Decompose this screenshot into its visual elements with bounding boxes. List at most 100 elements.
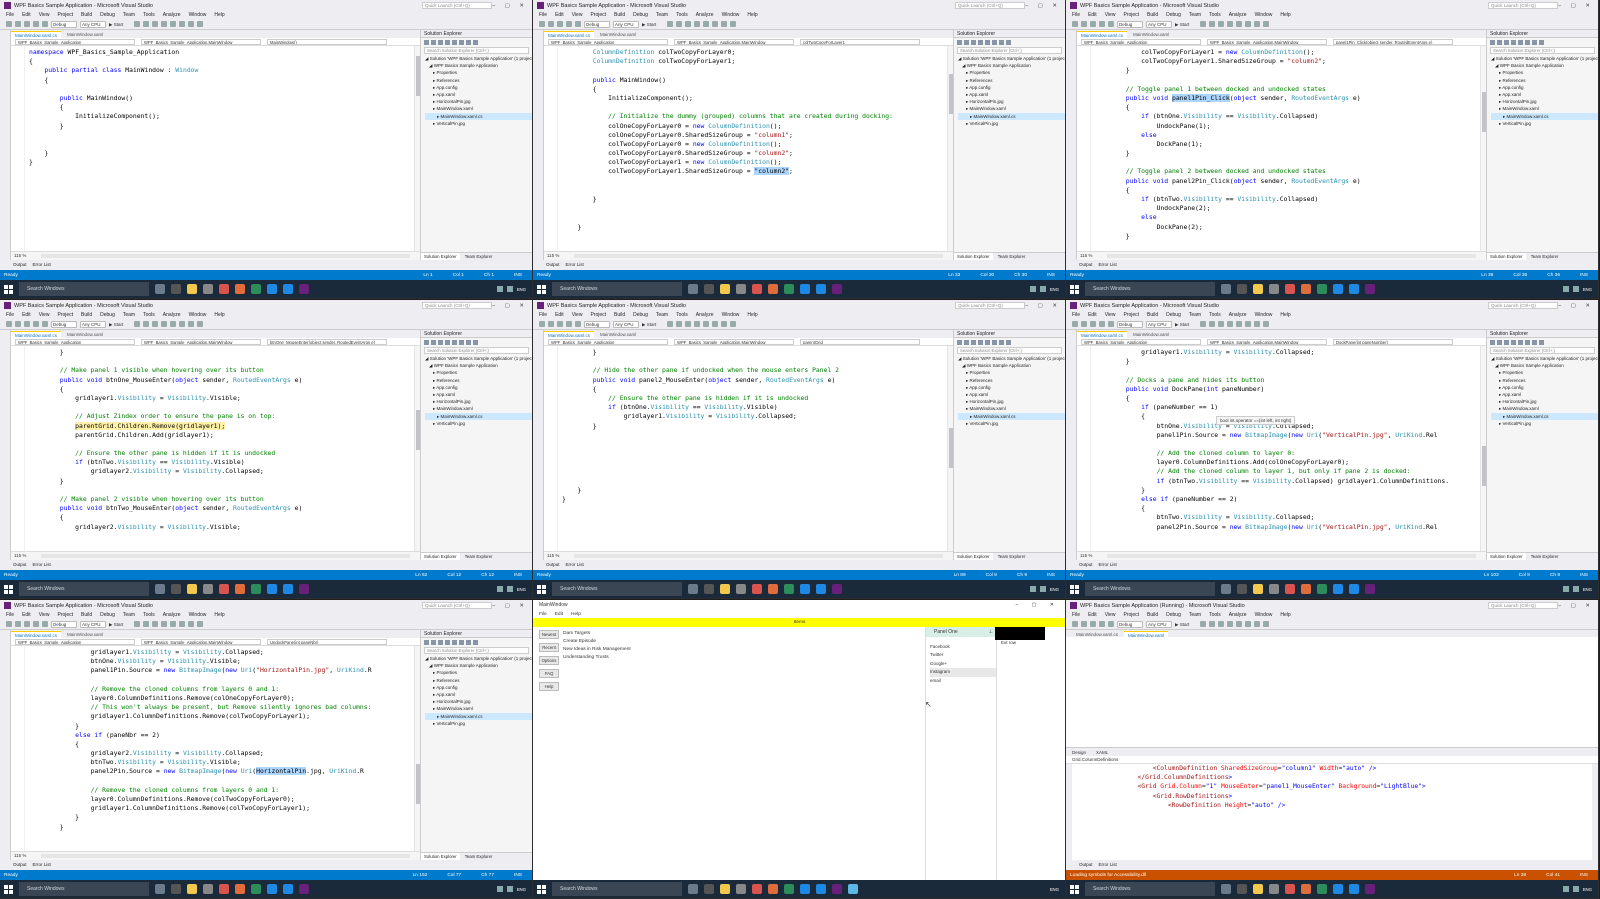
tree-node[interactable]: ▸ Properties <box>958 369 1065 376</box>
toolbar-icon[interactable] <box>1236 621 1242 627</box>
menu-item-debug[interactable]: Debug <box>100 312 115 318</box>
toolbar-icon[interactable] <box>459 339 464 345</box>
file-explorer-icon[interactable] <box>171 284 181 294</box>
edge-icon[interactable] <box>251 584 261 594</box>
menu-item-file[interactable]: File <box>1072 612 1080 618</box>
menu-item-debug[interactable]: Debug <box>1166 12 1181 18</box>
toolbar-icon[interactable] <box>33 321 39 327</box>
tree-node[interactable]: ▸ References <box>958 77 1065 84</box>
toolbar-icon[interactable] <box>33 21 39 27</box>
scrollbar-thumb[interactable] <box>416 56 420 96</box>
member-dropdown[interactable]: DockPane(int paneNumber) <box>1333 338 1453 345</box>
code-text[interactable]: colTwoCopyForLayer1 = new ColumnDefiniti… <box>1077 46 1480 251</box>
file-explorer-icon[interactable] <box>1237 584 1247 594</box>
tab-xaml[interactable]: XAML <box>1096 748 1108 756</box>
menu-item-file[interactable]: File <box>1072 12 1080 18</box>
toolbar-icon[interactable] <box>197 21 203 27</box>
menu-item-debug[interactable]: Debug <box>633 312 648 318</box>
toolbar-icon[interactable] <box>1263 321 1269 327</box>
taskbar-app-icon[interactable] <box>816 884 826 894</box>
toolbar-icon[interactable] <box>170 21 176 27</box>
menu-item-help[interactable]: Help <box>1280 612 1290 618</box>
member-dropdown[interactable]: UndockPane(int paneNbr) <box>267 638 387 645</box>
tree-node[interactable]: ▸ MainWindow.xaml <box>425 105 532 112</box>
quick-launch-input[interactable]: Quick Launch (Ctrl+Q) <box>422 302 492 309</box>
horizontal-scrollbar[interactable] <box>41 854 410 858</box>
menu-item-analyze[interactable]: Analyze <box>1229 312 1247 318</box>
toolbar-icon[interactable] <box>1200 621 1206 627</box>
menu-item-project[interactable]: Project <box>57 12 73 18</box>
menu-item-file[interactable]: File <box>1072 312 1080 318</box>
toolbar-icon[interactable] <box>452 639 457 645</box>
toolbar-icon[interactable] <box>42 321 48 327</box>
toolbar-icon[interactable] <box>1006 339 1011 345</box>
tree-node[interactable]: ▸ VerticalPin.jpg <box>1491 120 1598 127</box>
toolbar-icon[interactable] <box>1236 21 1242 27</box>
solution-explorer-search[interactable]: Search Solution Explorer (Ctrl+;) <box>424 647 529 654</box>
tab-mainwindow-xaml[interactable]: MainWindow.xaml <box>63 331 108 338</box>
folder-icon[interactable] <box>187 284 197 294</box>
platform-select[interactable]: Any CPU <box>80 320 106 328</box>
network-icon[interactable] <box>496 886 503 892</box>
toolbar-icon[interactable] <box>575 321 581 327</box>
zoom-level[interactable]: 115 % <box>1077 551 1486 560</box>
solution-explorer-search[interactable]: Search Solution Explorer (Ctrl+;) <box>1490 347 1595 354</box>
tab-solution-explorer[interactable]: Solution Explorer <box>954 253 993 260</box>
member-dropdown[interactable]: panel1Pin_Click(object sender, RoutedEve… <box>1333 38 1453 45</box>
button-help[interactable]: Help <box>539 682 559 691</box>
toolbar-icon[interactable] <box>438 39 443 45</box>
toolbar-icon[interactable] <box>1263 21 1269 27</box>
toolbar-icon[interactable] <box>1072 621 1078 627</box>
window-controls[interactable]: – ▢ ✕ <box>492 603 532 609</box>
menu-item-build[interactable]: Build <box>81 312 92 318</box>
network-icon[interactable] <box>1562 586 1569 592</box>
vertical-scrollbar[interactable] <box>1480 46 1486 251</box>
menu-item-team[interactable]: Team <box>123 312 135 318</box>
tree-node[interactable]: ▸ References <box>425 677 532 684</box>
toolbar-icon[interactable] <box>985 339 990 345</box>
store-icon[interactable] <box>1269 884 1279 894</box>
taskbar-search[interactable]: Search Windows <box>552 282 682 296</box>
panel-item[interactable]: Facebook <box>930 643 996 651</box>
class-dropdown[interactable]: WPF_Basics_Sample_Application.MainWindow <box>674 338 794 345</box>
toolbar-icon[interactable] <box>1108 621 1114 627</box>
tree-node[interactable]: ▸ Properties <box>958 69 1065 76</box>
toolbar-icon[interactable] <box>1227 321 1233 327</box>
server-explorer-strip[interactable] <box>533 330 544 560</box>
project-dropdown[interactable]: WPF_Basics_Sample_Application <box>1081 338 1201 345</box>
tab-mainwindow-xaml-cs[interactable]: MainWindow.xaml.cs <box>1077 331 1128 338</box>
tree-node[interactable]: ▸ Properties <box>1491 69 1598 76</box>
menu-item-team[interactable]: Team <box>1189 12 1201 18</box>
tree-node[interactable]: ▸ App.config <box>1491 384 1598 391</box>
toolbar-icon[interactable] <box>1504 339 1509 345</box>
menu-item-window[interactable]: Window <box>722 312 740 318</box>
tree-node[interactable]: ▸ Properties <box>425 669 532 676</box>
code-text[interactable]: ColumnDefinition colTwoCopyForLayer0; Co… <box>544 46 947 251</box>
tree-node[interactable]: ▸ MainWindow.xaml.cs <box>958 112 1065 120</box>
menu-item-edit[interactable]: Edit <box>22 612 31 618</box>
visual-studio-icon[interactable] <box>299 584 309 594</box>
taskbar-search[interactable]: Search Windows <box>19 882 149 896</box>
tab-team-explorer[interactable]: Team Explorer <box>1528 253 1562 260</box>
menu-item-team[interactable]: Team <box>123 612 135 618</box>
tree-node[interactable]: ▸ App.config <box>425 684 532 691</box>
start-button[interactable]: ▶ Start <box>1175 21 1197 28</box>
menu-item-edit[interactable]: Edit <box>1088 312 1097 318</box>
class-dropdown[interactable]: WPF_Basics_Sample_Application.MainWindow <box>1207 38 1327 45</box>
platform-select[interactable]: Any CPU <box>80 620 106 628</box>
tab-mainwindow-xaml[interactable]: MainWindow.xaml <box>63 31 108 38</box>
quick-launch-input[interactable]: Quick Launch (Ctrl+Q) <box>1488 302 1558 309</box>
chrome-icon[interactable] <box>752 584 762 594</box>
menu-item-analyze[interactable]: Analyze <box>163 312 181 318</box>
toolbar-icon[interactable] <box>999 339 1004 345</box>
taskbar-search[interactable]: Search Windows <box>1085 582 1215 596</box>
toolbar-icon[interactable] <box>15 621 21 627</box>
window-controls[interactable]: – ▢ ✕ <box>492 3 532 9</box>
toolbar-icon[interactable] <box>466 639 471 645</box>
project-dropdown[interactable]: WPF_Basics_Sample_Application <box>15 38 135 45</box>
toolbar-icon[interactable] <box>424 339 429 345</box>
acrobat-icon[interactable] <box>768 284 778 294</box>
toolbar-icon[interactable] <box>179 621 185 627</box>
toolbar-icon[interactable] <box>15 21 21 27</box>
tree-node[interactable]: ◢ WPF Basics Sample Application <box>425 362 532 369</box>
